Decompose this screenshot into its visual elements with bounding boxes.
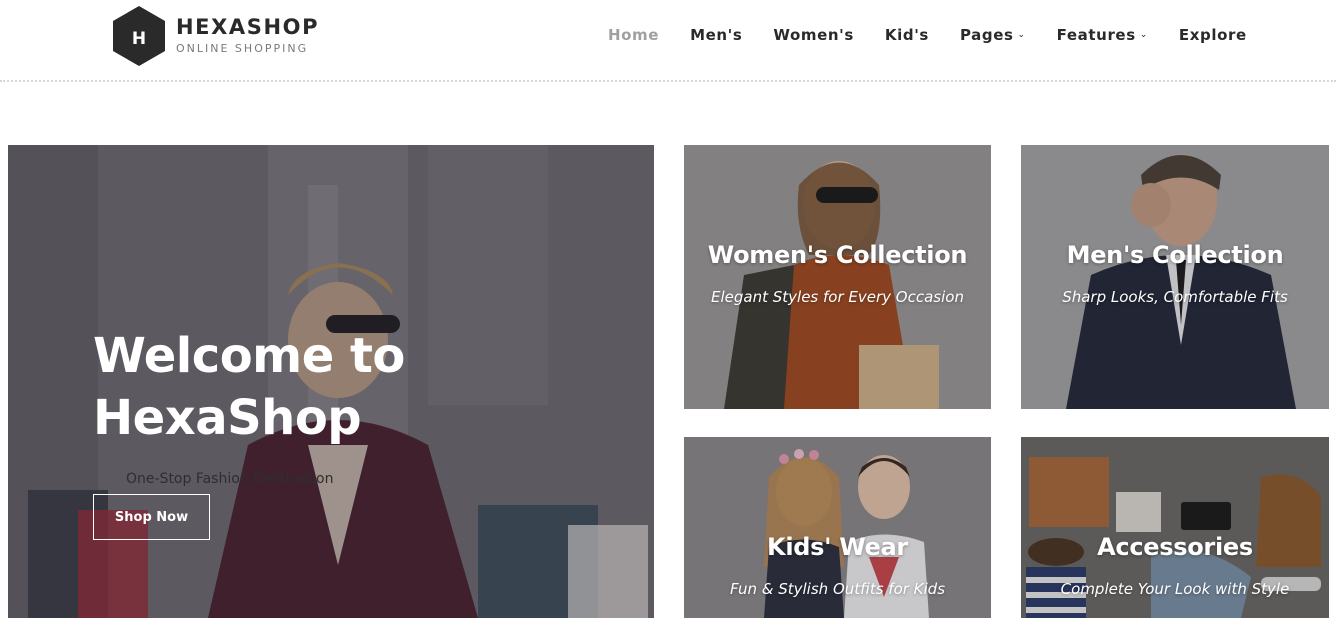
- nav-home[interactable]: Home: [608, 26, 659, 44]
- nav-kids-label: Kid's: [884, 26, 929, 44]
- main-nav: Home Men's Women's Kid's Pages ⌄ Feature…: [608, 24, 1247, 46]
- brand-name: HEXASHOP: [176, 15, 320, 39]
- category-title: Women's Collection: [707, 241, 968, 269]
- hero-content: Welcome to HexaShop One-Stop Fashion Des…: [93, 325, 573, 489]
- category-card-accessories[interactable]: Accessories Complete Your Look with Styl…: [1021, 437, 1329, 618]
- hero-title: Welcome to HexaShop: [93, 325, 573, 449]
- category-subtitle: Elegant Styles for Every Occasion: [711, 288, 964, 306]
- logo-text: HEXASHOP ONLINE SHOPPING: [176, 15, 319, 57]
- shop-now-button[interactable]: Shop Now: [93, 494, 210, 540]
- nav-pages-label: Pages: [959, 26, 1014, 44]
- nav-mens-label: Men's: [690, 26, 743, 44]
- nav-features-label: Features: [1056, 26, 1136, 44]
- site-logo[interactable]: H HEXASHOP ONLINE SHOPPING: [113, 6, 319, 66]
- nav-mens[interactable]: Men's: [690, 26, 742, 44]
- nav-home-label: Home: [608, 26, 660, 44]
- card-overlay: [684, 145, 991, 409]
- brand-tagline: ONLINE SHOPPING: [176, 42, 309, 55]
- category-subtitle: Fun & Stylish Outfits for Kids: [729, 580, 946, 598]
- hero-banner: Welcome to HexaShop One-Stop Fashion Des…: [8, 145, 654, 618]
- site-header: H HEXASHOP ONLINE SHOPPING Home Men's Wo…: [0, 0, 1336, 82]
- chevron-down-icon: ⌄: [1139, 30, 1148, 40]
- category-title: Accessories: [1097, 533, 1253, 561]
- nav-explore[interactable]: Explore: [1179, 26, 1247, 44]
- nav-features[interactable]: Features ⌄: [1057, 26, 1148, 44]
- category-title: Kids' Wear: [767, 533, 908, 561]
- nav-womens[interactable]: Women's: [773, 26, 854, 44]
- category-card-kids[interactable]: Kids' Wear Fun & Stylish Outfits for Kid…: [684, 437, 991, 618]
- chevron-down-icon: ⌄: [1017, 30, 1026, 40]
- hexagon-logo-icon: H: [113, 6, 165, 66]
- logo-letter: H: [132, 29, 146, 49]
- nav-womens-label: Women's: [773, 26, 854, 44]
- nav-explore-label: Explore: [1178, 26, 1247, 44]
- category-title: Men's Collection: [1066, 241, 1284, 269]
- hero-subtitle: One-Stop Fashion Destination: [126, 471, 334, 487]
- hero-title-line1: Welcome to: [93, 328, 405, 384]
- category-subtitle: Complete Your Look with Style: [1060, 580, 1290, 598]
- nav-kids[interactable]: Kid's: [885, 26, 929, 44]
- category-subtitle: Sharp Looks, Comfortable Fits: [1062, 288, 1288, 306]
- category-card-womens[interactable]: Women's Collection Elegant Styles for Ev…: [684, 145, 991, 409]
- category-card-mens[interactable]: Men's Collection Sharp Looks, Comfortabl…: [1021, 145, 1329, 409]
- card-overlay: [1021, 145, 1329, 409]
- nav-pages[interactable]: Pages ⌄: [960, 26, 1026, 44]
- hero-title-line2: HexaShop: [93, 390, 362, 446]
